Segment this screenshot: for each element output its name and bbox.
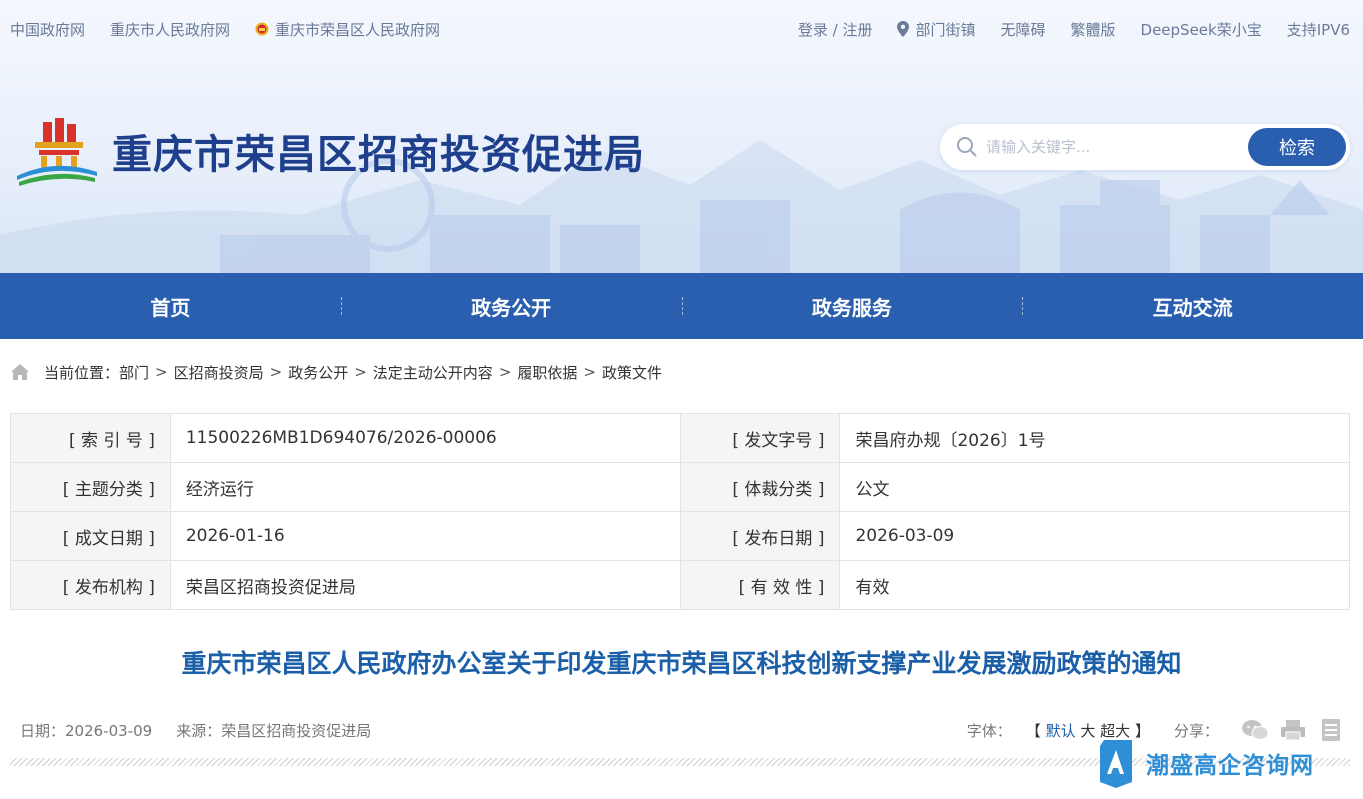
crumb-departments[interactable]: 部门 <box>119 362 149 383</box>
topic-category-label: [ 主题分类 ] <box>10 462 171 512</box>
departments-label: 部门街镇 <box>915 20 976 39</box>
location-pin-icon <box>897 21 910 37</box>
topic-category-value: 经济运行 <box>169 462 681 512</box>
main-nav: 首页 政务公开 政务服务 互动交流 <box>0 273 1363 339</box>
crumb-separator: > <box>498 363 512 381</box>
publisher-value: 荣昌区招商投资促进局 <box>169 560 681 610</box>
publish-date-label: [ 发布日期 ] <box>679 511 841 561</box>
genre-category-value: 公文 <box>839 462 1350 512</box>
nav-government-affairs[interactable]: 政务公开 <box>340 273 682 339</box>
index-number-label: [ 索 引 号 ] <box>10 413 171 463</box>
article-title: 重庆市荣昌区人民政府办公室关于印发重庆市荣昌区科技创新支撑产业发展激励政策的通知 <box>181 649 1182 678</box>
emblem-icon <box>255 22 269 35</box>
crumb-government-affairs[interactable]: 政务公开 <box>288 362 348 383</box>
written-date-label: [ 成文日期 ] <box>10 511 171 561</box>
search-input[interactable] <box>986 132 1236 162</box>
font-size-label: 字体： <box>966 721 1012 740</box>
departments-link[interactable]: 部门街镇 <box>897 19 975 40</box>
crumb-separator: > <box>354 363 367 381</box>
link-rongchang-gov-label: 重庆市荣昌区人民政府网 <box>275 20 441 39</box>
search-icon <box>957 137 977 157</box>
genre-category-label: [ 体裁分类 ] <box>679 462 841 512</box>
accessibility-link[interactable]: 无障碍 <box>1000 19 1045 40</box>
nav-home[interactable]: 首页 <box>0 273 341 339</box>
crumb-statutory-disclosure[interactable]: 法定主动公开内容 <box>373 362 493 383</box>
ipv6-link[interactable]: 支持IPV6 <box>1287 19 1350 40</box>
nav-government-services[interactable]: 政务服务 <box>681 273 1023 339</box>
nav-interaction[interactable]: 互动交流 <box>1022 273 1363 339</box>
font-size-default[interactable]: 默认 <box>1046 722 1076 740</box>
breadcrumb-label: 当前位置： <box>44 363 120 382</box>
article-date: 日期：2026-03-09 <box>20 721 153 740</box>
traditional-chinese-link[interactable]: 繁體版 <box>1071 19 1116 40</box>
top-right-links: 登录 / 注册 部门街镇 无障碍 繁體版 DeepSeek荣小宝 支持IPV6 <box>773 18 1350 40</box>
publisher-label: [ 发布机构 ] <box>10 560 171 610</box>
home-icon <box>11 364 29 380</box>
crumb-policy-documents[interactable]: 政策文件 <box>602 362 662 383</box>
watermark-text: 潮盛高企咨询网 <box>1146 752 1314 779</box>
link-rongchang-gov[interactable]: 重庆市荣昌区人民政府网 <box>255 19 440 40</box>
site-title: 重庆市荣昌区招商投资促进局 <box>112 132 645 178</box>
table-row: [ 发布机构 ] 荣昌区招商投资促进局 [ 有 效 性 ] 有效 <box>10 560 1350 610</box>
font-size-xlarge[interactable]: 超大 <box>1100 722 1130 740</box>
header-banner: 中国政府网 重庆市人民政府网 重庆市荣昌区人民政府网 登录 / 注册 部门街镇 … <box>0 0 1363 273</box>
font-bracket-open: 【 <box>1025 721 1041 740</box>
font-bracket-close: 】 <box>1134 721 1150 740</box>
crumb-separator: > <box>269 363 283 381</box>
validity-label: [ 有 效 性 ] <box>679 560 841 610</box>
document-number-value: 荣昌府办规〔2026〕1号 <box>839 413 1350 463</box>
table-row: [ 主题分类 ] 经济运行 [ 体裁分类 ] 公文 <box>10 462 1350 512</box>
crumb-duty-basis[interactable]: 履职依据 <box>517 362 577 383</box>
document-number-label: [ 发文字号 ] <box>679 413 841 463</box>
crumb-separator: > <box>583 363 596 381</box>
search-button[interactable]: 检索 <box>1248 128 1346 166</box>
document-info-table: [ 索 引 号 ] 11500226MB1D694076/2026-00006 … <box>10 413 1350 610</box>
crumb-investment-bureau[interactable]: 区招商投资局 <box>174 362 264 383</box>
deepseek-assistant-link[interactable]: DeepSeek荣小宝 <box>1141 19 1262 40</box>
table-row: [ 索 引 号 ] 11500226MB1D694076/2026-00006 … <box>10 413 1350 463</box>
search-box: 检索 <box>940 124 1350 170</box>
table-row: [ 成文日期 ] 2026-01-16 [ 发布日期 ] 2026-03-09 <box>10 511 1350 561</box>
validity-value: 有效 <box>839 560 1350 610</box>
article-source: 来源：荣昌区招商投资促进局 <box>176 721 372 740</box>
index-number-value: 11500226MB1D694076/2026-00006 <box>169 413 681 463</box>
font-size-large[interactable]: 大 <box>1080 722 1095 740</box>
breadcrumb: 当前位置： 部门 > 区招商投资局 > 政务公开 > 法定主动公开内容 > 履职… <box>10 360 662 384</box>
top-left-links: 中国政府网 重庆市人民政府网 重庆市荣昌区人民政府网 <box>10 18 465 40</box>
link-china-gov[interactable]: 中国政府网 <box>10 19 85 40</box>
written-date-value: 2026-01-16 <box>169 511 681 561</box>
article-meta: 日期：2026-03-09 来源：荣昌区招商投资促进局 <box>20 718 395 742</box>
login-register-link[interactable]: 登录 / 注册 <box>798 19 873 40</box>
watermark-logo <box>1100 740 1132 788</box>
publish-date-value: 2026-03-09 <box>839 511 1350 561</box>
watermark: 潮盛高企咨询网 <box>1096 738 1314 788</box>
link-chongqing-gov[interactable]: 重庆市人民政府网 <box>110 19 230 40</box>
document-icon[interactable] <box>1317 718 1345 742</box>
crumb-separator: > <box>155 363 168 381</box>
site-logo <box>17 118 97 186</box>
